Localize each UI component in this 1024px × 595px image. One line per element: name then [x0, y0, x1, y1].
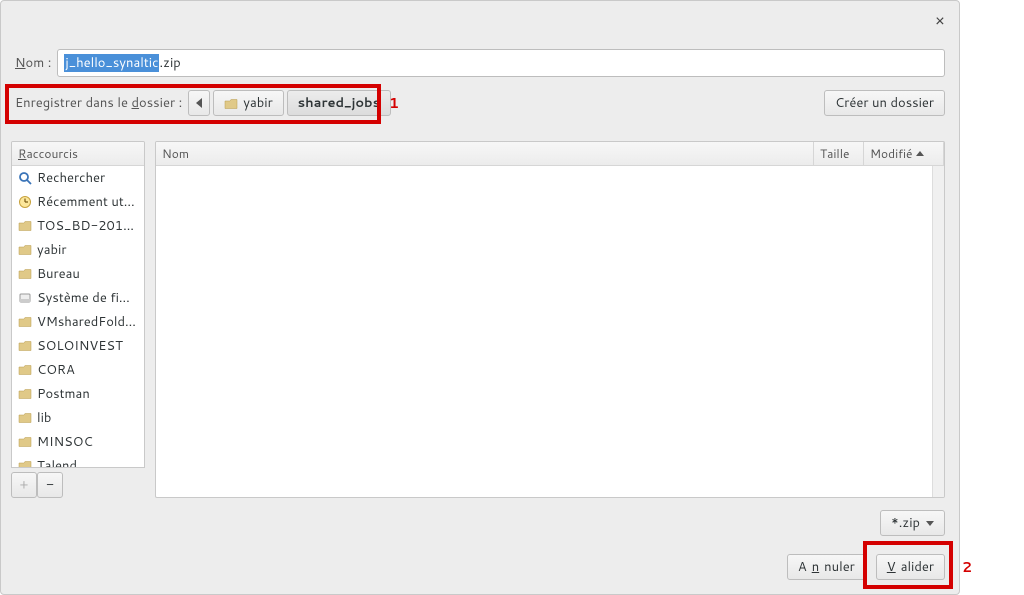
shortcuts-list: Raccourcis RechercherRécemment ut...TOS_… [11, 141, 145, 468]
file-list[interactable]: Nom Taille Modifié [155, 141, 945, 498]
breadcrumb-yabir[interactable]: yabir [213, 90, 283, 116]
shortcut-item[interactable]: Talend [12, 454, 144, 468]
shortcut-item[interactable]: Récemment ut... [12, 190, 144, 214]
lists-area: Raccourcis RechercherRécemment ut...TOS_… [11, 141, 945, 498]
disk-icon [17, 291, 32, 306]
search-icon [17, 171, 32, 186]
add-shortcut-button[interactable]: + [11, 472, 37, 498]
folder-icon [224, 97, 238, 109]
save-in-label: Enregistrer dans le dossier : [15, 94, 182, 112]
folder-icon [17, 387, 32, 402]
folder-row: Enregistrer dans le dossier : yabir shar… [15, 87, 945, 119]
create-folder-button[interactable]: Créer un dossier [824, 90, 945, 116]
folder-icon [17, 411, 32, 426]
folder-icon [17, 315, 32, 330]
shortcut-item[interactable]: Système de fi... [12, 286, 144, 310]
col-name[interactable]: Nom [156, 142, 814, 165]
breadcrumb-back-button[interactable] [188, 90, 210, 116]
filename-selected-text: j_hello_synaltic [64, 54, 159, 72]
recent-icon [17, 195, 32, 210]
folder-icon [17, 243, 32, 258]
folder-icon [17, 219, 32, 234]
filename-input[interactable]: j_hello_synaltic.zip [57, 49, 945, 77]
shortcut-item[interactable]: lib [12, 406, 144, 430]
shortcut-item[interactable]: VMsharedFold... [12, 310, 144, 334]
folder-icon [17, 339, 32, 354]
folder-icon [17, 435, 32, 450]
annotation-label-2: 2 [962, 557, 972, 577]
shortcuts-header[interactable]: Raccourcis [12, 142, 144, 166]
shortcut-item[interactable]: yabir [12, 238, 144, 262]
shortcut-item[interactable]: Rechercher [12, 166, 144, 190]
shortcut-item[interactable]: SOLOINVEST [12, 334, 144, 358]
shortcut-item[interactable]: TOS_BD-2018... [12, 214, 144, 238]
col-modified[interactable]: Modifié [864, 142, 944, 165]
ok-button[interactable]: Valider [876, 554, 945, 580]
filename-extension: .zip [159, 54, 180, 72]
col-size[interactable]: Taille [814, 142, 864, 165]
filename-label: Nom : [15, 54, 51, 72]
shortcut-item[interactable]: Bureau [12, 262, 144, 286]
chevron-down-icon [926, 521, 934, 526]
folder-icon [17, 267, 32, 282]
shortcuts-panel: Raccourcis RechercherRécemment ut...TOS_… [11, 141, 145, 498]
file-panel: Nom Taille Modifié [155, 141, 945, 498]
shortcut-item[interactable]: CORA [12, 358, 144, 382]
file-columns: Nom Taille Modifié [156, 142, 944, 166]
folder-icon [17, 459, 32, 469]
folder-icon [17, 363, 32, 378]
filename-row: Nom : j_hello_synaltic.zip [15, 49, 945, 77]
filter-row: *.zip [880, 510, 945, 536]
shortcut-item[interactable]: Postman [12, 382, 144, 406]
scrollbar[interactable] [932, 166, 944, 497]
filetype-filter[interactable]: *.zip [880, 510, 945, 536]
file-save-dialog: × Nom : j_hello_synaltic.zip Enregistrer… [0, 0, 960, 595]
cancel-button[interactable]: Annuler [787, 554, 866, 580]
chevron-left-icon [196, 98, 202, 108]
breadcrumb-shared-jobs[interactable]: shared_jobs [287, 90, 391, 116]
shortcuts-buttons: + − [11, 472, 145, 498]
dialog-buttons: Annuler Valider [787, 554, 945, 580]
remove-shortcut-button[interactable]: − [37, 472, 63, 498]
close-icon[interactable]: × [935, 9, 945, 32]
shortcut-item[interactable]: MINSOC [12, 430, 144, 454]
sort-asc-icon [916, 151, 924, 156]
annotation-label-1: 1 [389, 93, 399, 113]
